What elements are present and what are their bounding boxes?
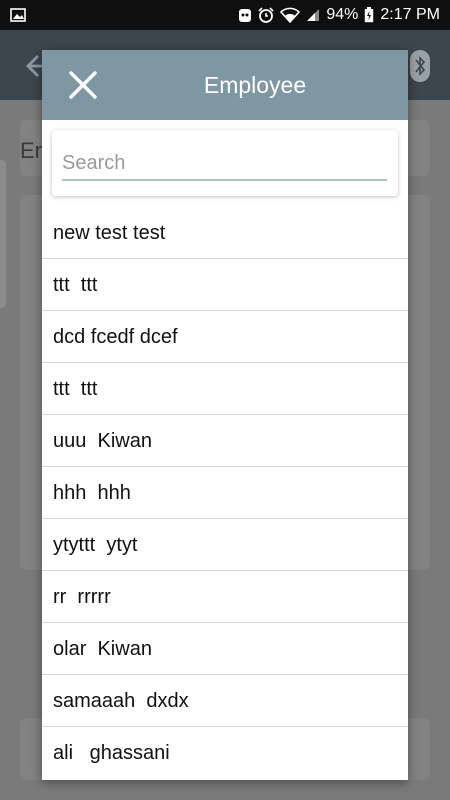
employee-item[interactable]: ttt ttt: [42, 363, 408, 415]
status-right: 94% 2:17 PM: [238, 6, 440, 24]
dialog-title: Employee: [203, 72, 307, 98]
employee-item[interactable]: ttt ttt: [42, 259, 408, 311]
signal-icon: [307, 9, 320, 21]
employee-item[interactable]: uuu Kiwan: [42, 415, 408, 467]
employee-item[interactable]: ytyttt ytyt: [42, 519, 408, 571]
image-icon: [10, 8, 26, 22]
battery-percent: 94%: [326, 6, 359, 23]
employee-list: new test test ttt ttt dcd fcedf dcef ttt…: [42, 207, 408, 779]
employee-item[interactable]: samaaah dxdx: [42, 675, 408, 727]
employee-item[interactable]: new test test: [42, 207, 408, 259]
employee-item[interactable]: hhh hhh: [42, 467, 408, 519]
clock: 2:17 PM: [380, 6, 440, 23]
employee-dialog: Employee new test test ttt ttt dcd fcedf…: [42, 50, 408, 780]
employee-item[interactable]: rr rrrrr: [42, 571, 408, 623]
status-left: [10, 8, 26, 22]
search-input[interactable]: [62, 147, 387, 181]
background-side-tab: [0, 160, 6, 308]
bluetooth-icon[interactable]: [410, 50, 430, 82]
alarm-icon: [258, 7, 274, 23]
employee-item[interactable]: ali ghassani: [42, 727, 408, 779]
search-card: [52, 130, 398, 196]
employee-item[interactable]: dcd fcedf dcef: [42, 311, 408, 363]
battery-icon: [365, 7, 374, 23]
status-bar: 94% 2:17 PM: [0, 0, 450, 30]
employee-item[interactable]: olar Kiwan: [42, 623, 408, 675]
dialog-header: Employee: [42, 50, 408, 120]
notification-icon: [239, 9, 252, 22]
wifi-icon: [280, 7, 301, 23]
